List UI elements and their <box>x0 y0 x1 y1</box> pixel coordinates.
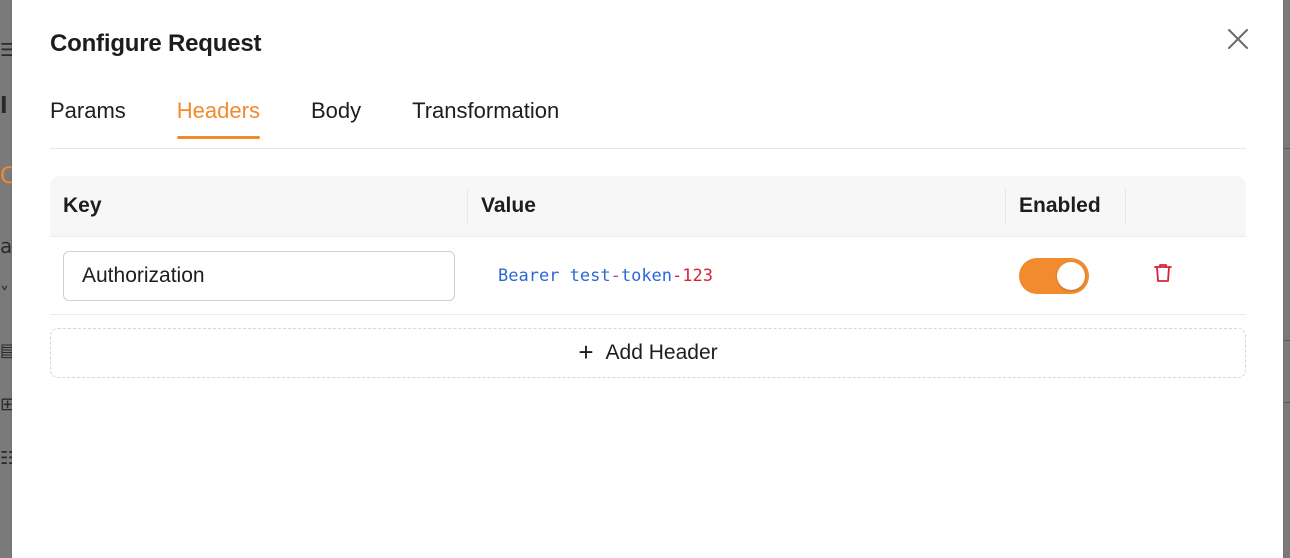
value-token-prefix: Bearer test <box>498 265 611 286</box>
plus-icon: + <box>578 337 594 367</box>
column-header-value: Value <box>468 188 1006 224</box>
actions-cell <box>1126 262 1246 289</box>
bg-grid-icon: ⊞ <box>0 394 12 415</box>
value-token-dash: - <box>610 265 621 286</box>
bg-text-fragment: C <box>0 164 12 189</box>
table-header: Key Value Enabled <box>50 176 1246 237</box>
bg-divider <box>1284 340 1290 341</box>
request-tabs: Params Headers Body Transformation <box>50 88 1246 149</box>
tab-transformation[interactable]: Transformation <box>412 88 559 138</box>
bg-doc-icon: ▤ <box>0 340 12 361</box>
tab-headers[interactable]: Headers <box>176 88 261 139</box>
bg-text-fragment: l <box>0 94 8 119</box>
value-token-mid: token <box>620 265 673 286</box>
headers-table: Key Value Enabled Bearer test-token-123 <box>50 176 1246 315</box>
header-key-input[interactable] <box>63 250 455 301</box>
close-button[interactable] <box>1225 26 1251 52</box>
column-header-actions <box>1126 188 1246 224</box>
key-cell <box>50 250 468 301</box>
bg-list-icon: ☷ <box>0 448 12 469</box>
trash-icon <box>1154 264 1172 282</box>
tab-body[interactable]: Body <box>311 88 361 138</box>
tab-params[interactable]: Params <box>50 88 126 138</box>
column-header-key: Key <box>50 188 468 224</box>
configure-request-modal: Configure Request Params Headers Body Tr… <box>12 0 1283 558</box>
modal-title: Configure Request <box>50 30 262 57</box>
bg-chevron-icon: ˅ <box>0 284 9 305</box>
value-token-suffix: 123 <box>682 265 713 286</box>
add-header-button[interactable]: + Add Header <box>50 328 1246 378</box>
bg-divider <box>1284 148 1290 149</box>
bg-divider <box>1284 402 1290 403</box>
enabled-cell <box>1006 257 1126 294</box>
toggle-knob <box>1057 261 1085 290</box>
bg-text-fragment: a <box>0 234 12 258</box>
close-icon <box>1228 29 1248 49</box>
add-header-label: Add Header <box>605 341 718 364</box>
header-value-editor[interactable]: Bearer test-token-123 <box>468 266 1006 286</box>
enabled-toggle[interactable] <box>1019 257 1089 294</box>
table-row: Bearer test-token-123 <box>50 237 1246 315</box>
delete-header-button[interactable] <box>1152 262 1174 284</box>
bg-menu-icon: ☰ <box>0 40 12 61</box>
column-header-enabled: Enabled <box>1006 188 1126 224</box>
value-token-dash: - <box>672 265 683 286</box>
